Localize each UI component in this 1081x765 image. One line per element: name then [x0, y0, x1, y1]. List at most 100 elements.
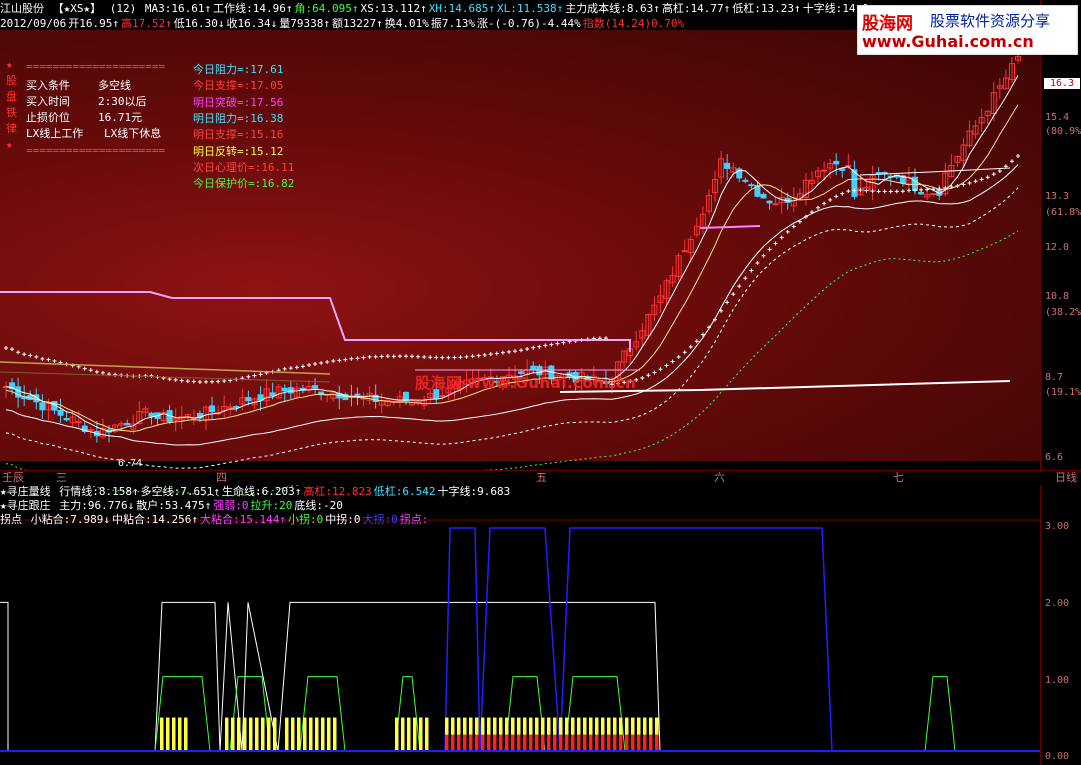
- signal-bar-red: [499, 734, 503, 751]
- cross-marker: [22, 352, 27, 357]
- cross-marker: [858, 188, 863, 193]
- level-row: 次日心理价=:16.11: [193, 161, 294, 174]
- signal-bar: [303, 717, 307, 751]
- cross-marker: [10, 347, 15, 352]
- signal-bar-red: [541, 734, 545, 751]
- sub2-value: 20: [279, 499, 293, 512]
- cross-marker: [179, 378, 184, 383]
- rule-label: 止损价位: [26, 111, 70, 124]
- resistance-line: [0, 291, 631, 352]
- price-axis-tick: 15.4: [1045, 112, 1070, 123]
- header-line-2-label: 开: [68, 17, 80, 30]
- indicator-axis-tick: 1.00: [1045, 675, 1070, 686]
- sub3-value: 0: [316, 513, 324, 526]
- candle-body: [209, 405, 216, 413]
- cross-marker: [549, 342, 554, 347]
- cross-marker: [1016, 154, 1021, 159]
- header-line-1-value: 14.77↑: [690, 2, 731, 15]
- signal-bar: [413, 717, 417, 751]
- header-line-1-label: 低杠:: [732, 2, 761, 15]
- rule-label: 买入条件: [26, 79, 70, 92]
- signal-bar-red: [505, 734, 509, 751]
- signal-bar-red: [535, 734, 539, 751]
- cross-marker: [167, 377, 172, 382]
- cross-marker: [664, 363, 669, 368]
- sub1-value: 12.823: [332, 485, 372, 498]
- logo-tagline: 股票软件资源分享: [930, 12, 1051, 30]
- sub1-item: 行情线:8.158↑: [59, 485, 138, 498]
- watermark: 股海网 www.Guhai.com.cn: [415, 374, 637, 392]
- cross-marker: [894, 189, 899, 194]
- sub1-title: ★寻庄量线: [0, 485, 51, 498]
- sub3-label: 中拐:: [325, 513, 354, 526]
- cross-marker: [361, 355, 366, 360]
- signal-bar: [309, 717, 313, 751]
- date-axis-month: 五: [536, 471, 547, 484]
- signal-bar-red: [517, 734, 521, 751]
- cross-marker: [822, 201, 827, 206]
- cross-marker: [203, 379, 208, 384]
- cross-marker: [252, 373, 257, 378]
- cross-marker: [876, 189, 881, 194]
- sub3-item: 大粘合:15.144↑: [200, 513, 286, 526]
- period-label[interactable]: 日线: [1055, 471, 1077, 484]
- header-line-2-item: 振7.13%: [431, 17, 475, 30]
- cross-marker: [997, 168, 1002, 173]
- ma-line-long: [5, 164, 1019, 446]
- rules-side-char: 盘: [6, 90, 17, 103]
- sub3-value: 15.144↑: [239, 513, 286, 526]
- signal-bar: [160, 717, 164, 751]
- cross-marker: [991, 172, 996, 177]
- cross-marker: [367, 354, 372, 359]
- cross-marker: [519, 348, 524, 353]
- level-row: 今日阻力=:17.61: [193, 63, 283, 76]
- cross-marker: [973, 179, 978, 184]
- header-line-2-label: 收: [226, 17, 238, 30]
- candle-body: [269, 392, 276, 396]
- cross-marker: [670, 359, 675, 364]
- cross-marker: [755, 261, 760, 266]
- header-line-1-item: 主力成本线:8.63↑: [565, 2, 660, 15]
- signal-bar: [267, 717, 271, 751]
- sub3-values: 小粘合:7.989↓ 中粘合:14.256↑ 大粘合:15.144↑ 小拐:0 中拐:0…: [31, 513, 431, 526]
- signal-bar-red: [607, 734, 611, 751]
- signal-bar-red: [547, 734, 551, 751]
- cross-marker: [416, 354, 421, 359]
- signal-bar-red: [529, 734, 533, 751]
- header-line-2-label: 涨: [476, 17, 488, 30]
- indicator-params: (12): [109, 2, 137, 15]
- header-line-1-label: 主力成本线:: [565, 2, 627, 15]
- sub3-value: 7.989↓: [70, 513, 110, 526]
- sub2-value: 96.776↓: [87, 499, 135, 512]
- signal-bar-red: [637, 734, 641, 751]
- indicator-axis-tick: 0.00: [1045, 751, 1070, 762]
- signal-bar: [184, 717, 188, 751]
- sub2-label: 拉升:: [250, 499, 280, 512]
- sub3-value: 14.256↑: [151, 513, 198, 526]
- rules-divider-top: =====================: [26, 60, 166, 73]
- header-line-2-item: 开16.95↑: [68, 17, 119, 30]
- level-label: 明日阻力=:: [193, 111, 251, 125]
- sub3-title: 拐点: [0, 513, 22, 526]
- candle-body: [415, 401, 422, 404]
- signal-bar-red: [481, 734, 485, 751]
- sub1-value: 7.651↑: [180, 485, 220, 498]
- header-line-2-label: 高: [120, 17, 132, 30]
- level-row: 明日反转=:15.12: [193, 145, 283, 158]
- cross-marker: [379, 354, 384, 359]
- cross-marker: [555, 341, 560, 346]
- level-row: 今日支撑=:17.05: [193, 79, 283, 92]
- level-row: 今日保护价=:16.82: [193, 177, 294, 190]
- sub2-item: 强弱:0: [213, 499, 248, 512]
- cross-marker: [640, 375, 645, 380]
- sub3-value: 0: [391, 513, 398, 526]
- candle-body: [287, 387, 294, 394]
- sub1-value: 6.203↑: [261, 485, 302, 498]
- rule-label: LX线上工作: [26, 127, 84, 140]
- cross-marker: [513, 349, 518, 354]
- cross-marker: [46, 357, 51, 362]
- level-label: 今日保护价=:: [193, 177, 262, 191]
- signal-bar-red: [589, 734, 593, 751]
- candle-body: [881, 171, 888, 174]
- header-line-1-label: XL:: [496, 2, 517, 15]
